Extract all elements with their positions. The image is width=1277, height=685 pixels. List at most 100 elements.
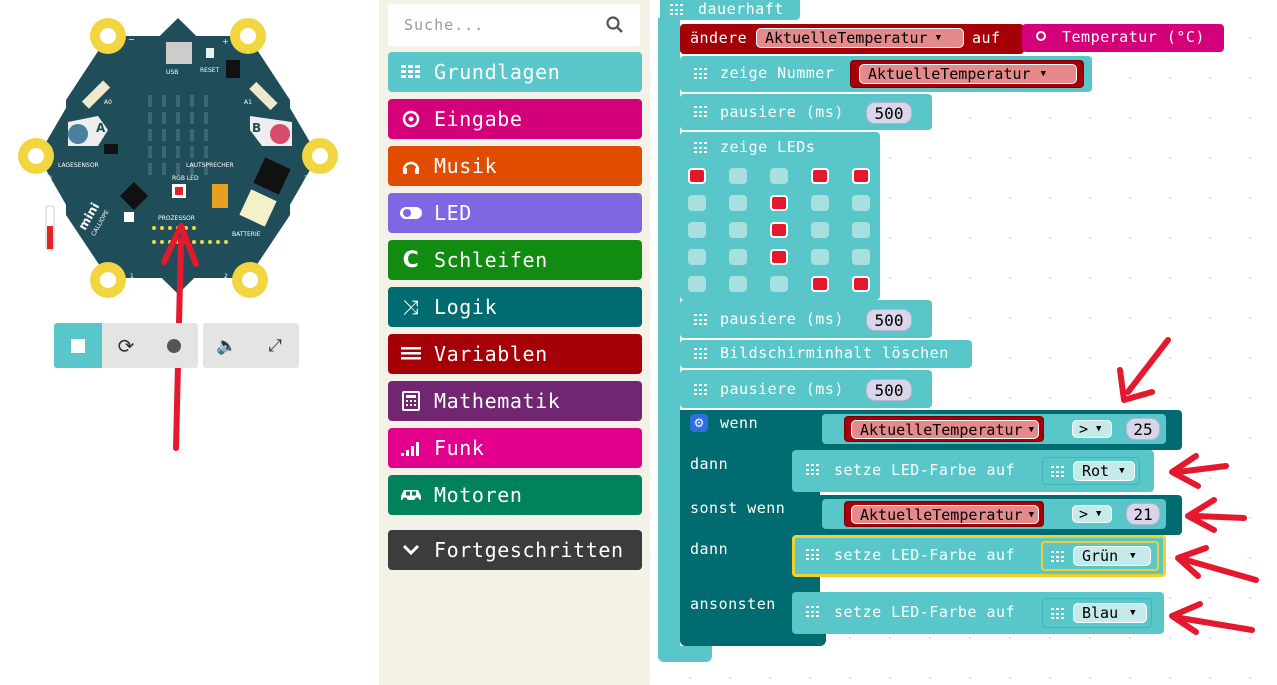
a0-label: A0 bbox=[104, 99, 112, 106]
led-cell[interactable] bbox=[770, 168, 788, 184]
calliope-board[interactable]: USB RESET − + A0 A1 A B LAGESENSOR LAUTS… bbox=[0, 0, 379, 460]
pause-block-3[interactable]: pausiere (ms) 500 bbox=[680, 370, 932, 408]
set-led-color-block[interactable]: setze LED-Farbe auf Rot ▼ bbox=[792, 450, 1154, 492]
variable-reporter[interactable]: AktuelleTemperatur ▼ bbox=[844, 501, 1044, 527]
compare-block[interactable]: AktuelleTemperatur ▼ > ▼ 25 bbox=[822, 414, 1166, 444]
led-cell[interactable] bbox=[688, 276, 706, 292]
else-label: ansonsten bbox=[690, 595, 776, 613]
search-box[interactable]: Suche... bbox=[388, 4, 640, 46]
category-schleifen[interactable]: C Schleifen bbox=[388, 240, 642, 280]
color-dropdown[interactable]: Blau ▼ bbox=[1042, 598, 1152, 628]
category-mathematik[interactable]: Mathematik bbox=[388, 381, 642, 421]
led-cell[interactable] bbox=[811, 168, 829, 184]
stop-button[interactable] bbox=[54, 323, 102, 368]
color-dropdown[interactable]: Rot ▼ bbox=[1042, 457, 1140, 485]
led-cell[interactable] bbox=[688, 249, 706, 265]
forever-foot bbox=[658, 646, 712, 662]
restart-button[interactable]: ⟳ bbox=[102, 323, 150, 368]
led-cell[interactable] bbox=[811, 195, 829, 211]
slowmo-icon bbox=[167, 338, 181, 353]
compare-block-2[interactable]: AktuelleTemperatur ▼ > ▼ 21 bbox=[822, 499, 1166, 529]
forever-block[interactable]: dauerhaft bbox=[660, 0, 800, 20]
category-label: Musik bbox=[434, 154, 498, 178]
grid-icon bbox=[806, 464, 819, 476]
led-cell[interactable] bbox=[688, 195, 706, 211]
color-dropdown[interactable]: Grün ▼ bbox=[1041, 541, 1159, 571]
pause-block[interactable]: pausiere (ms) 500 bbox=[680, 94, 932, 130]
reset-label: RESET bbox=[200, 67, 220, 74]
category-motoren[interactable]: Motoren bbox=[388, 475, 642, 515]
led-cell[interactable] bbox=[729, 249, 747, 265]
grid-icon bbox=[1051, 551, 1064, 563]
led-cell[interactable] bbox=[811, 276, 829, 292]
elseif-label: sonst wenn bbox=[690, 499, 786, 517]
grid-icon bbox=[694, 142, 707, 154]
led-cell[interactable] bbox=[729, 222, 747, 238]
variable-dropdown[interactable]: AktuelleTemperatur ▼ bbox=[756, 28, 964, 48]
category-label: Funk bbox=[434, 436, 485, 460]
pause-value[interactable]: 500 bbox=[866, 379, 912, 401]
search-icon[interactable] bbox=[606, 16, 624, 34]
category-label: Motoren bbox=[434, 483, 523, 507]
temperature-block[interactable]: Temperatur (°C) bbox=[1022, 24, 1224, 52]
led-cell[interactable] bbox=[729, 195, 747, 211]
refresh-icon: C bbox=[402, 247, 420, 273]
headphones-icon bbox=[398, 157, 424, 175]
svg-text:2: 2 bbox=[224, 273, 228, 280]
led-cell[interactable] bbox=[729, 276, 747, 292]
led-cell[interactable] bbox=[811, 222, 829, 238]
set-led-color-block-2[interactable]: setze LED-Farbe auf Grün ▼ bbox=[792, 535, 1166, 577]
led-cell[interactable] bbox=[852, 276, 870, 292]
clear-screen-block[interactable]: Bildschirminhalt löschen bbox=[680, 340, 972, 368]
led-cell[interactable] bbox=[770, 276, 788, 292]
led-cell[interactable] bbox=[852, 195, 870, 211]
variable-reporter[interactable]: AktuelleTemperatur ▼ bbox=[844, 416, 1044, 442]
category-funk[interactable]: Funk bbox=[388, 428, 642, 468]
gear-icon[interactable]: ⚙ bbox=[690, 414, 708, 432]
pause-value[interactable]: 500 bbox=[866, 309, 912, 331]
led-cell[interactable] bbox=[770, 195, 788, 211]
show-leds-block[interactable]: zeige LEDs bbox=[680, 132, 880, 300]
led-cell[interactable] bbox=[688, 222, 706, 238]
operator-dropdown[interactable]: > ▼ bbox=[1072, 505, 1112, 523]
then-label: dann bbox=[690, 455, 729, 473]
led-cell[interactable] bbox=[811, 249, 829, 265]
led-cell[interactable] bbox=[770, 222, 788, 238]
category-logik[interactable]: ⤨ Logik bbox=[388, 287, 642, 327]
fullscreen-button[interactable]: ⤢ bbox=[251, 323, 299, 368]
lagesensor-label: LAGESENSOR bbox=[58, 162, 99, 169]
operator-dropdown[interactable]: > ▼ bbox=[1072, 420, 1112, 438]
temperature-slider[interactable] bbox=[45, 205, 55, 251]
led-cell[interactable] bbox=[852, 249, 870, 265]
led-cell[interactable] bbox=[770, 249, 788, 265]
category-led[interactable]: LED bbox=[388, 193, 642, 233]
simulator-panel: USB RESET − + A0 A1 A B LAGESENSOR LAUTS… bbox=[0, 0, 379, 685]
category-grundlagen[interactable]: Grundlagen bbox=[388, 52, 642, 92]
compare-value[interactable]: 25 bbox=[1126, 418, 1160, 440]
pause-block-2[interactable]: pausiere (ms) 500 bbox=[680, 300, 932, 338]
compare-value[interactable]: 21 bbox=[1126, 503, 1160, 525]
blocks-workspace[interactable]: dauerhaft ändere AktuelleTemperatur ▼ auf… bbox=[650, 0, 1277, 685]
category-variablen[interactable]: Variablen bbox=[388, 334, 642, 374]
search-input[interactable]: Suche... bbox=[404, 16, 484, 34]
category-eingabe[interactable]: Eingabe bbox=[388, 99, 642, 139]
dropdown-arrow-icon: ▼ bbox=[1119, 466, 1125, 476]
pause-value[interactable]: 500 bbox=[866, 102, 912, 124]
category-fortgeschritten[interactable]: Fortgeschritten bbox=[388, 530, 642, 570]
shuffle-icon: ⤨ bbox=[402, 295, 420, 319]
set-led-color-block-3[interactable]: setze LED-Farbe auf Blau ▼ bbox=[792, 592, 1164, 634]
grid-icon bbox=[694, 314, 707, 326]
mute-button[interactable]: 🔈 bbox=[203, 323, 251, 368]
led-cell[interactable] bbox=[852, 222, 870, 238]
set-variable-block[interactable]: ändere AktuelleTemperatur ▼ auf bbox=[680, 24, 1024, 54]
variable-reporter[interactable]: AktuelleTemperatur ▼ bbox=[850, 60, 1084, 88]
show-number-block[interactable]: zeige Nummer AktuelleTemperatur ▼ bbox=[680, 56, 1092, 92]
a1-label: A1 bbox=[244, 99, 252, 106]
slowmo-button[interactable] bbox=[150, 323, 198, 368]
category-musik[interactable]: Musik bbox=[388, 146, 642, 186]
led-cell[interactable] bbox=[729, 168, 747, 184]
led-cell[interactable] bbox=[852, 168, 870, 184]
led-cell[interactable] bbox=[688, 168, 706, 184]
grid-icon bbox=[806, 606, 819, 618]
lautsprecher-label: LAUTSPRECHER bbox=[186, 162, 234, 169]
